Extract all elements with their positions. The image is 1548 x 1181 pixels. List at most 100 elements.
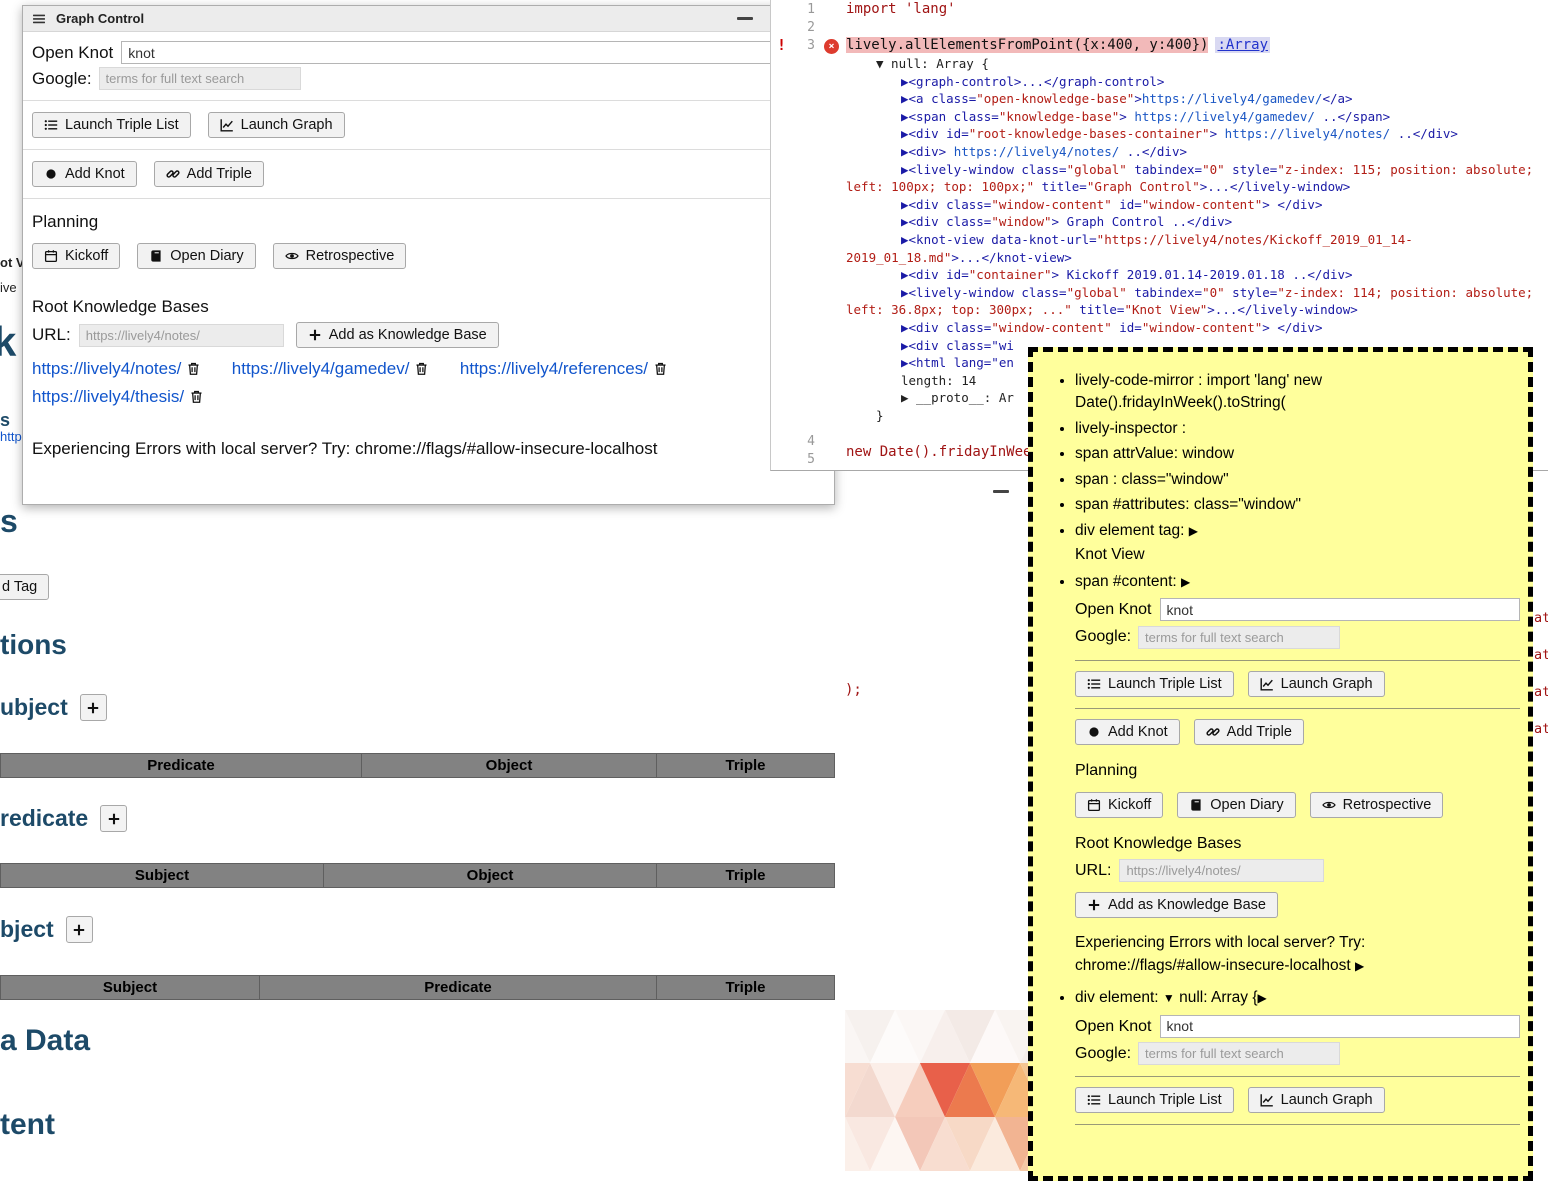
inspector-node[interactable]: ▶<div class="window-content" id="window-…: [846, 319, 1546, 337]
hint-text: Experiencing Errors with local server? T…: [1075, 934, 1365, 973]
inspector-node[interactable]: ▶<div> https://lively4/notes/ ..</div>: [846, 143, 1546, 161]
add-knot-button[interactable]: Add Knot: [32, 161, 137, 187]
calendar-icon: [1087, 798, 1101, 812]
knowledge-base-item: https://lively4/references/: [460, 356, 668, 381]
predicate-heading-fragment: redicate: [0, 805, 88, 832]
knowledge-base-link[interactable]: https://lively4/references/: [460, 359, 648, 378]
inspector-node[interactable]: ▼ null: Array {: [846, 55, 1546, 73]
add-knowledge-base-button[interactable]: Add as Knowledge Base: [296, 322, 499, 348]
subject-predicate-table-header: SubjectPredicateTriple: [0, 975, 834, 1000]
inspector-node[interactable]: ▶<a class="open-knowledge-base">https://…: [846, 90, 1546, 108]
expand-arrow-icon[interactable]: ▶: [1181, 575, 1190, 589]
button-label: Add Knot: [1108, 724, 1168, 740]
add-tag-button[interactable]: d Tag: [0, 574, 49, 600]
open-diary-button[interactable]: Open Diary: [137, 243, 255, 269]
collapse-arrow-icon[interactable]: ▼: [1163, 991, 1175, 1005]
expand-arrow-icon[interactable]: ▶: [1258, 991, 1267, 1005]
minimize-icon[interactable]: [993, 490, 1009, 493]
inspector-node[interactable]: ▶<span class="knowledge-base"> https://l…: [846, 108, 1546, 126]
table-header-cell: Object: [323, 863, 657, 888]
launch-graph-button[interactable]: Launch Graph: [1248, 1087, 1385, 1113]
tooltip-text: div element tag:: [1075, 522, 1184, 539]
type-annotation-link[interactable]: :Array: [1215, 37, 1270, 53]
launch-triple-list-button[interactable]: Launch Triple List: [1075, 671, 1234, 697]
knowledge-base-url-input[interactable]: [1119, 859, 1324, 882]
content-heading-fragment: tent: [0, 1108, 55, 1142]
clipped-window-title-fragment: ot V: [0, 255, 25, 270]
window-titlebar[interactable]: Graph Control: [23, 6, 834, 32]
tooltip-item-span-class: span : class="window": [1075, 469, 1520, 491]
button-label: Add as Knowledge Base: [329, 327, 487, 343]
inspector-node[interactable]: ▶<lively-window class="global" tabindex=…: [846, 161, 1546, 196]
root-knowledge-bases-heading: Root Knowledge Bases: [1075, 832, 1520, 855]
knowledge-base-link[interactable]: https://lively4/notes/: [32, 359, 181, 378]
button-label: Launch Triple List: [65, 117, 179, 133]
code-line[interactable]: [846, 18, 1546, 36]
trash-icon[interactable]: [186, 359, 201, 378]
kickoff-button[interactable]: Kickoff: [32, 243, 120, 269]
trash-icon[interactable]: [653, 359, 668, 378]
knowledge-base-link[interactable]: https://lively4/gamedev/: [232, 359, 410, 378]
button-label: Kickoff: [65, 248, 108, 264]
trash-icon[interactable]: [414, 359, 429, 378]
launch-graph-button[interactable]: Launch Graph: [1248, 671, 1385, 697]
tooltip-item-span-attributes: span #attributes: class="window": [1075, 494, 1520, 516]
url-label: URL:: [32, 325, 71, 345]
inspector-node[interactable]: ▶<graph-control>...</graph-control>: [846, 73, 1546, 91]
error-expression[interactable]: lively.allElementsFromPoint({x:400, y:40…: [846, 37, 1208, 53]
inspector-node[interactable]: ▶<div class="window"> Graph Control ..</…: [846, 213, 1546, 231]
url-label: URL:: [1075, 859, 1111, 882]
minimize-icon[interactable]: [737, 17, 753, 20]
menu-icon[interactable]: [32, 12, 46, 26]
list-icon: [44, 118, 58, 132]
add-triple-button[interactable]: Add Triple: [154, 161, 264, 187]
button-label: Launch Triple List: [1108, 1092, 1222, 1108]
add-object-button[interactable]: [66, 916, 93, 943]
calendar-icon: [44, 249, 58, 263]
launch-triple-list-button[interactable]: Launch Triple List: [32, 112, 191, 138]
clipped-link-fragment[interactable]: http: [0, 429, 22, 444]
separator: [23, 198, 834, 199]
button-label: Add Knot: [65, 166, 125, 182]
circle-icon: [1087, 725, 1101, 739]
open-knot-input[interactable]: [1160, 1015, 1521, 1038]
expand-arrow-icon[interactable]: ▶: [1189, 524, 1198, 538]
code-line[interactable]: lively.allElementsFromPoint({x:400, y:40…: [846, 36, 1546, 54]
inspector-node[interactable]: ▶<div class="window-content" id="window-…: [846, 196, 1546, 214]
expand-arrow-icon[interactable]: ▶: [1355, 959, 1364, 973]
open-knot-input[interactable]: [121, 41, 825, 64]
knowledge-base-url-input[interactable]: [79, 324, 284, 347]
inspector-node[interactable]: ▶<div id="root-knowledge-bases-container…: [846, 125, 1546, 143]
google-search-input[interactable]: [1138, 1042, 1340, 1065]
google-search-input[interactable]: [1138, 626, 1340, 649]
separator: [23, 100, 834, 101]
knowledge-base-link[interactable]: https://lively4/thesis/: [32, 387, 184, 406]
chart-icon: [1260, 677, 1274, 691]
add-knot-button[interactable]: Add Knot: [1075, 719, 1180, 745]
google-search-input[interactable]: [99, 67, 301, 90]
inspector-node[interactable]: ▶<knot-view data-knot-url="https://livel…: [846, 231, 1546, 266]
add-predicate-button[interactable]: [100, 805, 127, 832]
kickoff-button[interactable]: Kickoff: [1075, 792, 1163, 818]
object-section-header: bject: [0, 916, 93, 943]
code-line[interactable]: import 'lang': [846, 0, 1546, 18]
inspector-node[interactable]: ▶<div id="container"> Kickoff 2019.01.14…: [846, 266, 1546, 284]
add-subject-button[interactable]: [80, 694, 107, 721]
open-diary-button[interactable]: Open Diary: [1177, 792, 1295, 818]
clipped-heading-fragment: s: [0, 503, 18, 540]
add-triple-button[interactable]: Add Triple: [1194, 719, 1304, 745]
launch-triple-list-button[interactable]: Launch Triple List: [1075, 1087, 1234, 1113]
inspector-node[interactable]: ▶<lively-window class="global" tabindex=…: [846, 284, 1546, 319]
knowledge-base-item: https://lively4/thesis/: [32, 384, 204, 409]
clipped-heading-fragment: k: [0, 318, 16, 366]
retrospective-button[interactable]: Retrospective: [273, 243, 407, 269]
separator: [1075, 1076, 1520, 1077]
launch-graph-button[interactable]: Launch Graph: [208, 112, 345, 138]
circle-icon: [44, 167, 58, 181]
plus-icon: [72, 923, 86, 937]
button-label: Add Triple: [187, 166, 252, 182]
trash-icon[interactable]: [189, 387, 204, 406]
retrospective-button[interactable]: Retrospective: [1310, 792, 1444, 818]
open-knot-input[interactable]: [1160, 598, 1521, 621]
add-knowledge-base-button[interactable]: Add as Knowledge Base: [1075, 892, 1278, 918]
